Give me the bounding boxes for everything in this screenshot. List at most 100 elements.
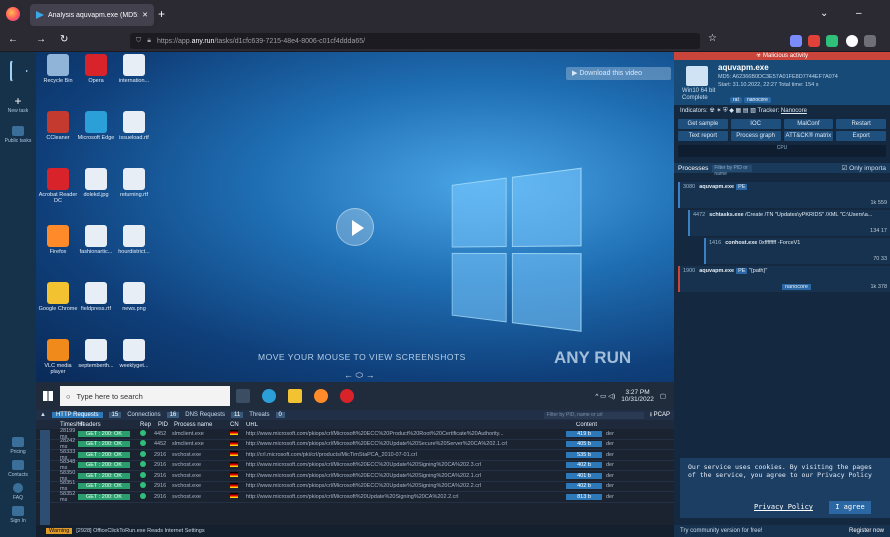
faq-button[interactable]: FAQ	[0, 483, 36, 501]
download-video-button[interactable]: ▶ Download this video	[566, 67, 671, 80]
explorer-icon[interactable]	[288, 389, 302, 403]
text-report-button[interactable]: Text report	[678, 131, 728, 141]
desktop-icon[interactable]: internation...	[114, 54, 154, 84]
contacts-button[interactable]: Contacts	[0, 460, 36, 478]
agree-button[interactable]: I agree	[829, 501, 871, 514]
reload-icon[interactable]: ↻	[60, 34, 68, 45]
task-view-icon[interactable]	[236, 389, 250, 403]
tab-dns-requests[interactable]: DNS Requests	[185, 412, 225, 418]
get-sample-button[interactable]: Get sample	[678, 119, 728, 129]
taskbar-search[interactable]: ○ Type here to search	[60, 386, 230, 406]
table-row[interactable]: 58351 ms GET : 200: OK 2916 svchost.exe http…	[36, 480, 674, 492]
desktop-icon[interactable]: dolekd.jpg	[76, 168, 116, 198]
row-url[interactable]: http://www.microsoft.com/pkiops/crl/Micr…	[246, 473, 566, 479]
row-content[interactable]: 405 b	[566, 441, 606, 448]
row-url[interactable]: http://www.microsoft.com/pkiops/crl/Micr…	[246, 441, 566, 447]
signin-button[interactable]: Sign In	[0, 506, 36, 524]
row-url[interactable]: http://www.microsoft.com/pkiops/crl/Micr…	[246, 462, 566, 468]
row-der[interactable]: der	[606, 483, 614, 489]
process-graph-button[interactable]: Process graph	[730, 131, 781, 141]
panel-side-tabs[interactable]	[40, 430, 50, 525]
process-node[interactable]: 4472 schtasks.exe /Create /TN "Updates\yP…	[688, 210, 890, 236]
browser-tab[interactable]: Analysis aquvapm.exe (MD5: A ✕	[30, 4, 154, 26]
restart-button[interactable]: Restart	[836, 119, 886, 129]
extension-icon[interactable]	[808, 35, 820, 47]
ioc-button[interactable]: IOC	[730, 119, 781, 129]
row-der[interactable]: der	[606, 452, 614, 458]
row-content[interactable]: 402 b	[566, 462, 606, 469]
address-bar[interactable]: ⛉ 🔒︎ https://app.any.run/tasks/d1cfc639-…	[130, 33, 700, 49]
process-node[interactable]: 1416 conhost.exe 0xffffffff -ForceV1 70 33	[704, 238, 890, 264]
table-row[interactable]: 58352 ms GET : 200: OK 2916 svchost.exe http…	[36, 491, 674, 503]
desktop-icon[interactable]: fashionartic...	[76, 225, 116, 255]
row-der[interactable]: der	[606, 473, 614, 479]
desktop-icon[interactable]: septemberth...	[76, 339, 116, 369]
row-url[interactable]: http://crl.microsoft.com/pki/crl/product…	[246, 452, 566, 458]
row-der[interactable]: der	[606, 494, 614, 500]
public-tasks-button[interactable]: Public tasks	[0, 126, 36, 144]
minimize-icon[interactable]: –	[856, 8, 862, 19]
opera-icon[interactable]	[340, 389, 354, 403]
pricing-button[interactable]: Pricing	[0, 437, 36, 455]
pocket-icon[interactable]	[790, 35, 802, 47]
tracker-link[interactable]: Nanocore	[781, 108, 807, 114]
forward-icon[interactable]: →	[36, 34, 46, 45]
list-tabs-icon[interactable]: ⌄	[820, 8, 828, 19]
community-link[interactable]: Try community version for free!	[680, 528, 762, 534]
tray-icons[interactable]: ^ ▭ ◁)	[595, 392, 615, 400]
desktop-icon[interactable]: CCleaner	[38, 111, 78, 141]
new-tab-button[interactable]: +	[158, 7, 165, 21]
account-icon[interactable]	[846, 35, 858, 47]
row-der[interactable]: der	[606, 441, 614, 447]
extensions-puzzle-icon[interactable]	[864, 35, 876, 47]
collapse-icon[interactable]: ▲	[40, 412, 46, 418]
windows-start-button[interactable]	[36, 382, 60, 410]
row-content[interactable]: 419 b	[566, 430, 606, 437]
shield-icon[interactable]: ⛉	[136, 37, 141, 45]
row-der[interactable]: der	[606, 462, 614, 468]
desktop-icon[interactable]: Google Chrome	[38, 282, 78, 312]
taskbar-clock[interactable]: 3:27 PM 10/31/2022	[621, 389, 654, 404]
tag-nanocore[interactable]: nanocore	[744, 97, 771, 103]
tab-connections[interactable]: Connections	[127, 412, 160, 418]
md5[interactable]: MD5: A62366B0DC3E57A01FE8D7744EF7A074	[718, 74, 838, 80]
desktop-icon[interactable]: Opera	[76, 54, 116, 84]
process-filter-input[interactable]: Filter by PID or name	[712, 164, 753, 177]
extension-2-icon[interactable]	[826, 35, 838, 47]
desktop-icon[interactable]: Microsoft Edge	[76, 111, 116, 141]
desktop-icon[interactable]: weeklyget...	[114, 339, 154, 369]
lock-icon[interactable]: 🔒︎	[147, 37, 151, 45]
tab-http-requests[interactable]: HTTP Requests	[51, 412, 103, 418]
process-node[interactable]: 3080 aquvapm.exe PE 1k 559	[678, 182, 890, 208]
play-icon[interactable]	[336, 208, 374, 246]
row-url[interactable]: http://www.microsoft.com/pkiops/crl/Micr…	[246, 494, 566, 500]
row-der[interactable]: der	[606, 431, 614, 437]
row-url[interactable]: http://www.microsoft.com/pkiops/crl/Micr…	[246, 431, 566, 437]
desktop-icon[interactable]: news.png	[114, 282, 154, 312]
desktop-icon[interactable]: returning.rtf	[114, 168, 154, 198]
row-content[interactable]: 813 b	[566, 493, 606, 500]
table-row[interactable]: 58333 ms GET : 200: OK 2916 svchost.exe http…	[36, 449, 674, 461]
new-task-button[interactable]: + New task	[0, 94, 36, 114]
close-tab-icon[interactable]: ✕	[142, 11, 148, 19]
back-icon[interactable]: ←	[8, 34, 18, 45]
table-row[interactable]: 28242 ms GET : 200: OK 4452 slmclient.exe ht…	[36, 438, 674, 450]
edge-icon[interactable]	[262, 389, 276, 403]
pcap-download-button[interactable]: ⭳ PCAP	[650, 410, 670, 420]
bookmark-star-icon[interactable]: ☆	[708, 33, 720, 45]
anyrun-logo[interactable]	[10, 60, 28, 82]
tag-rat[interactable]: rat	[730, 97, 742, 103]
register-button[interactable]: Register now	[849, 528, 884, 534]
privacy-policy-link[interactable]: Privacy Policy	[754, 503, 813, 511]
only-important-checkbox[interactable]: ☑ Only importa	[842, 164, 887, 172]
desktop-icon[interactable]: Acrobat Reader DC	[38, 168, 78, 204]
row-content[interactable]: 535 b	[566, 451, 606, 458]
network-filter-input[interactable]: Filter by PID, name or url	[543, 411, 644, 419]
desktop-icon[interactable]: Firefox	[38, 225, 78, 255]
desktop-icon[interactable]: hourdistrict...	[114, 225, 154, 255]
notification-icon[interactable]: ▢	[660, 392, 666, 400]
process-node[interactable]: 1900 aquvapm.exe PE "{path}" nanocore 1k 378	[678, 266, 890, 292]
firefox-taskbar-icon[interactable]	[314, 389, 328, 403]
row-url[interactable]: http://www.microsoft.com/pkiops/crl/Micr…	[246, 483, 566, 489]
status-message[interactable]: [2928] OfficeClickToRun.exe Reads Intern…	[76, 528, 204, 534]
